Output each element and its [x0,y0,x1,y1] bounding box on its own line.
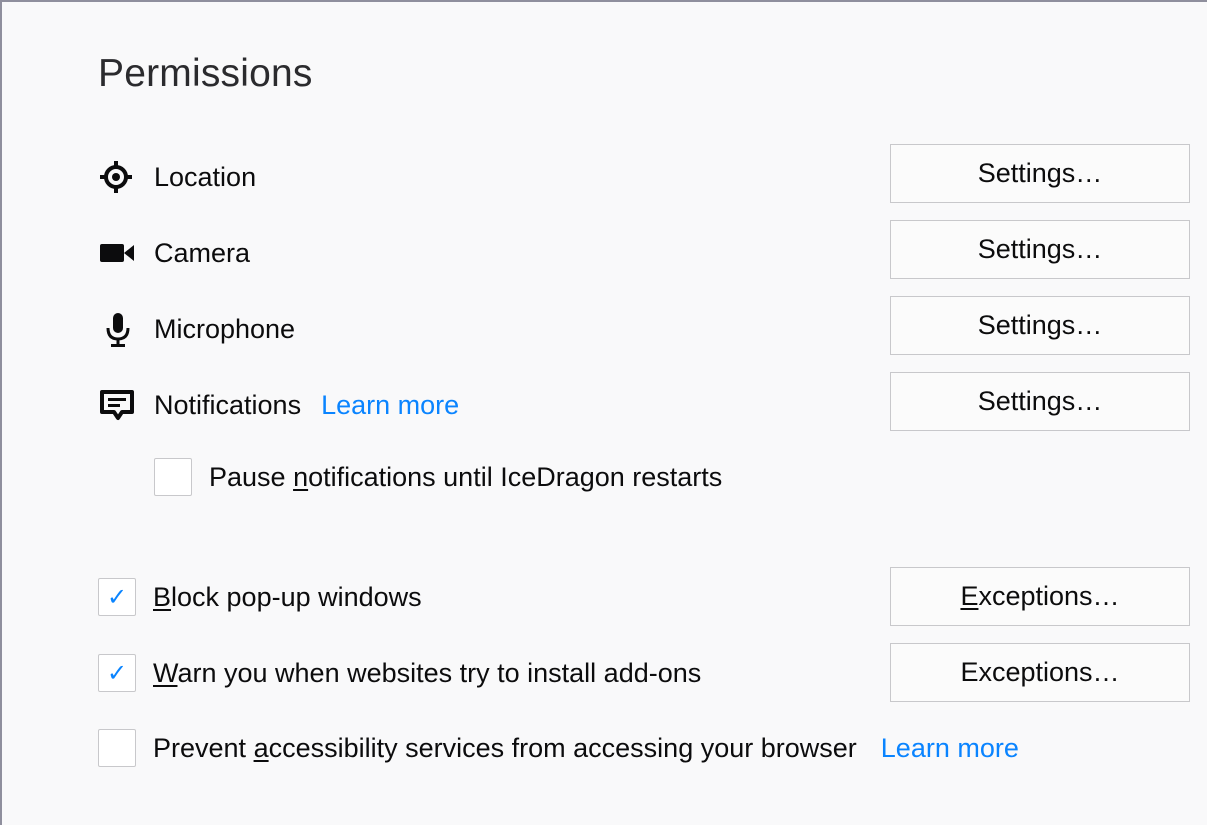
permission-row-microphone: Microphone [98,309,295,349]
block-popups-label: Block pop-up windows [153,582,422,613]
prevent-accessibility-checkbox[interactable] [98,729,136,767]
prevent-accessibility-row: Prevent accessibility services from acce… [98,728,1019,768]
pause-notifications-row: Pause notifications until IceDragon rest… [154,457,722,497]
microphone-icon [98,309,138,349]
block-popups-checkbox[interactable]: ✓ [98,578,136,616]
popup-exceptions-label-post: xceptions… [978,581,1120,611]
permission-row-camera: Camera [98,233,250,273]
prevent-accessibility-label-post: ccessibility services from accessing you… [268,732,857,763]
pause-notifications-label: Pause notifications until IceDragon rest… [209,462,722,493]
checkmark-icon: ✓ [106,659,128,687]
pause-notifications-checkbox[interactable] [154,458,192,496]
warn-addons-row: ✓ Warn you when websites try to install … [98,653,701,693]
warn-addons-label-post: arn you when websites try to install add… [177,657,702,688]
checkmark-icon: ✓ [106,583,128,611]
popup-exceptions-accel: E [960,581,979,611]
notifications-icon [98,385,138,425]
pause-notifications-label-pre: Pause [209,461,294,492]
pause-notifications-accel: n [293,461,309,492]
location-settings-button[interactable]: Settings… [890,144,1190,203]
section-title: Permissions [98,52,313,95]
preferences-panel: Permissions Location Settings… Camera Se… [0,0,1207,825]
addon-exceptions-button[interactable]: Exceptions… [890,643,1190,702]
prevent-accessibility-accel: a [253,732,269,763]
warn-addons-accel: W [153,657,178,688]
permission-row-notifications: Notifications Learn more [98,385,459,425]
block-popups-label-post: lock pop-up windows [171,581,422,612]
camera-settings-button[interactable]: Settings… [890,220,1190,279]
block-popups-row: ✓ Block pop-up windows [98,577,422,617]
location-label: Location [154,161,257,192]
prevent-accessibility-label-pre: Prevent [153,732,254,763]
location-icon [98,157,138,197]
notifications-learn-more-link[interactable]: Learn more [321,390,459,421]
notifications-label: Notifications [154,389,302,420]
popup-exceptions-button[interactable]: Exceptions… [890,567,1190,626]
accessibility-learn-more-link[interactable]: Learn more [881,733,1019,764]
notifications-settings-button[interactable]: Settings… [890,372,1190,431]
camera-label: Camera [154,237,251,268]
warn-addons-checkbox[interactable]: ✓ [98,654,136,692]
permission-row-location: Location [98,157,256,197]
camera-icon [98,233,138,273]
microphone-settings-button[interactable]: Settings… [890,296,1190,355]
warn-addons-label: Warn you when websites try to install ad… [153,658,701,689]
prevent-accessibility-label: Prevent accessibility services from acce… [153,733,857,764]
pause-notifications-label-post: otifications until IceDragon restarts [308,461,723,492]
microphone-label: Microphone [154,313,296,344]
block-popups-accel: B [153,581,172,612]
